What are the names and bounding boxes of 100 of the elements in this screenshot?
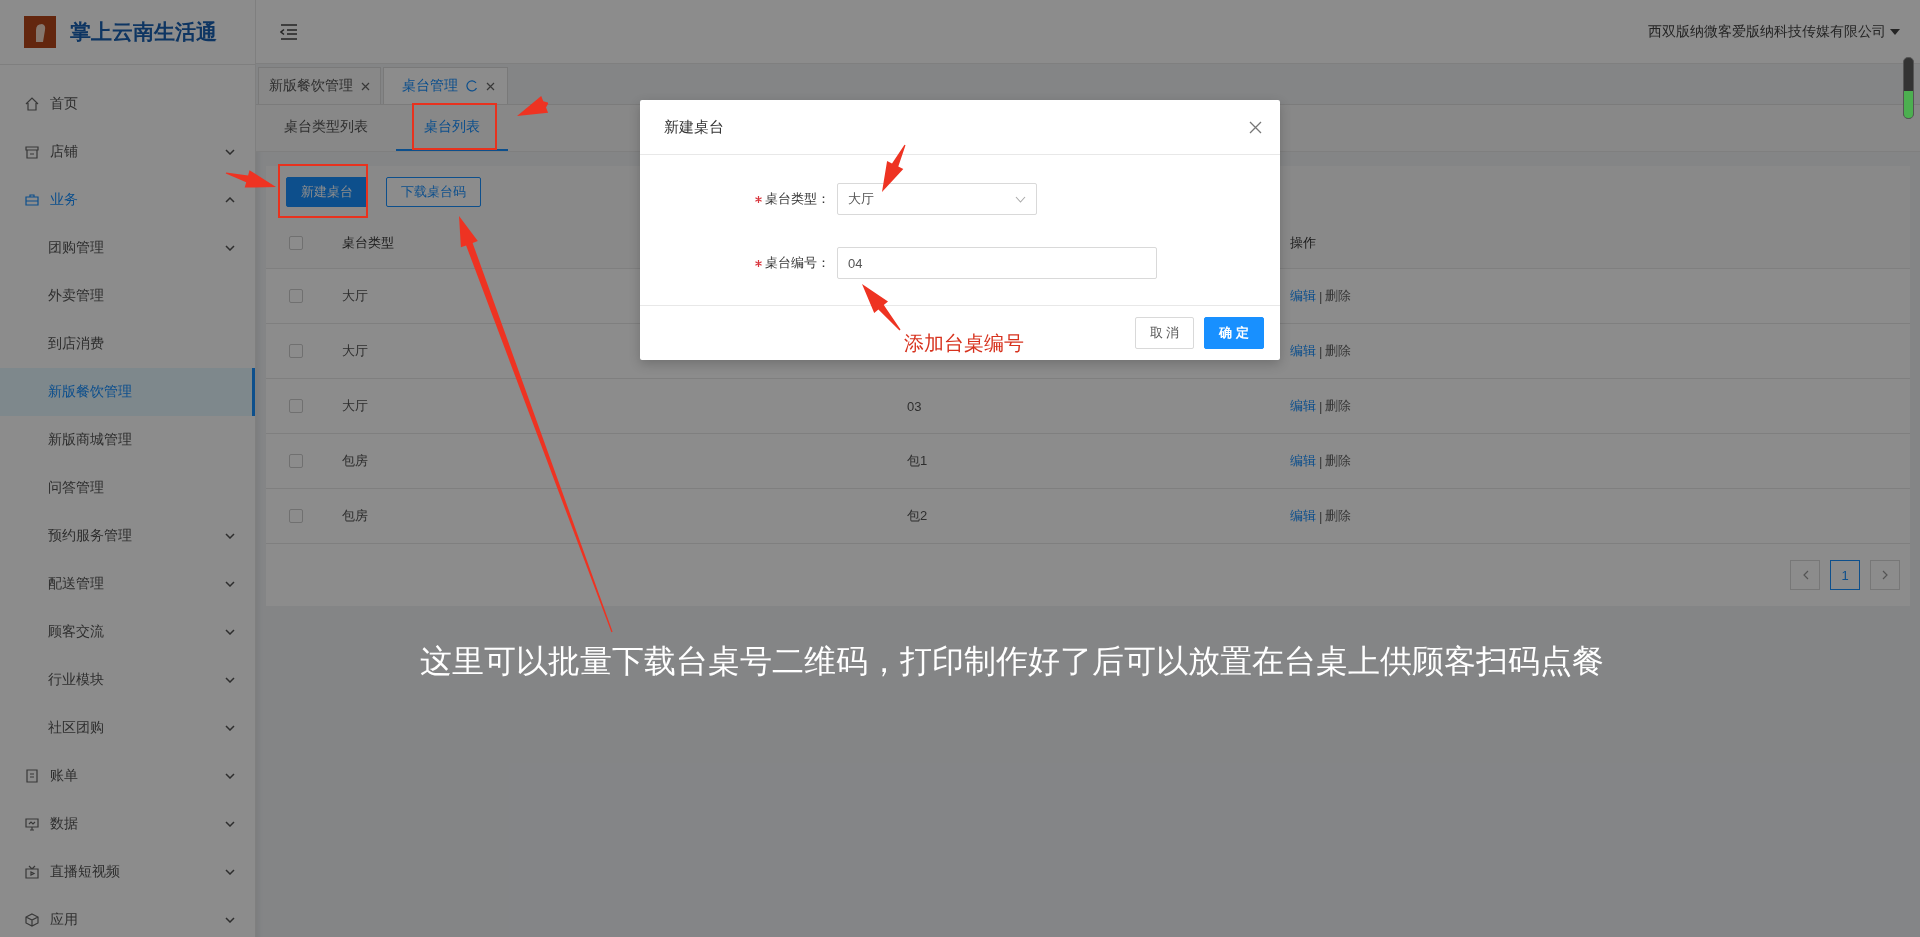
sub-tab[interactable]: 桌台类型列表	[256, 105, 396, 151]
menu-item[interactable]: 社区团购	[0, 704, 255, 752]
close-icon[interactable]	[486, 81, 495, 91]
briefcase-icon	[24, 192, 40, 208]
sub-tab[interactable]: 桌台列表	[396, 105, 508, 151]
field-label: 桌台编号：	[765, 254, 830, 272]
menu-item[interactable]: 到店消费	[0, 320, 255, 368]
chevron-icon	[225, 677, 235, 683]
delete-link[interactable]: 删除	[1325, 287, 1352, 305]
menu-item[interactable]: 直播短视频	[0, 848, 255, 896]
menu-item[interactable]: 配送管理	[0, 560, 255, 608]
page-button[interactable]: 1	[1830, 560, 1860, 590]
download-button[interactable]: 下载桌台码	[386, 177, 481, 207]
table-cell: 包1	[907, 453, 928, 468]
confirm-button[interactable]: 确 定	[1204, 317, 1264, 349]
cube-icon	[24, 912, 40, 928]
delete-link[interactable]: 删除	[1325, 452, 1352, 470]
previous-page-button[interactable]	[1790, 560, 1820, 590]
table-cell-text: 包房	[342, 452, 369, 470]
menu-item[interactable]: 顾客交流	[0, 608, 255, 656]
annotation-text: 添加台桌编号	[904, 331, 1024, 356]
checkbox[interactable]	[289, 509, 303, 523]
edit-link[interactable]: 编辑	[1290, 287, 1316, 305]
close-icon[interactable]	[361, 81, 370, 91]
annotation-text: 这里可以批量下载台桌号二维码，打印制作好了后可以放置在台桌上供顾客扫码点餐	[420, 642, 1604, 681]
chevron-icon	[225, 245, 235, 251]
chevron-icon	[225, 869, 235, 875]
edit-link[interactable]: 编辑	[1290, 397, 1316, 415]
table-cell: 包2	[907, 508, 928, 523]
checkbox[interactable]	[289, 399, 303, 413]
delete-link[interactable]: 删除	[1325, 397, 1352, 415]
shop-icon	[24, 144, 40, 160]
edit-link[interactable]: 编辑	[1290, 342, 1316, 360]
menu-item[interactable]: 新版商城管理	[0, 416, 255, 464]
delete-link[interactable]: 删除	[1325, 507, 1352, 525]
chevron-icon	[225, 197, 235, 203]
separator: |	[1319, 343, 1323, 359]
refresh-icon[interactable]	[466, 80, 478, 92]
edit-link[interactable]: 编辑	[1290, 507, 1316, 525]
next-page-button[interactable]	[1870, 560, 1900, 590]
separator: |	[1319, 508, 1323, 524]
separator: |	[1319, 288, 1323, 304]
app-title: 掌上云南生活通	[70, 19, 217, 45]
table-cell-text: 包房	[342, 507, 369, 525]
delete-link[interactable]: 删除	[1325, 342, 1352, 360]
chevron-icon	[225, 917, 235, 923]
page-tab[interactable]: 桌台管理	[383, 67, 508, 104]
separator: |	[1319, 453, 1323, 469]
annotation-arrow	[517, 96, 549, 116]
column-header: 操作	[1290, 234, 1317, 252]
monitor-icon	[24, 816, 40, 832]
select-field[interactable]: 大厅	[837, 183, 1037, 215]
menu-item[interactable]: 问答管理	[0, 464, 255, 512]
scroll-indicator	[1903, 57, 1914, 119]
checkbox[interactable]	[289, 344, 303, 358]
menu-icon[interactable]	[280, 23, 298, 40]
edit-link[interactable]: 编辑	[1290, 452, 1316, 470]
menu-item[interactable]: 店铺	[0, 128, 255, 176]
chevron-icon	[225, 629, 235, 635]
input-field[interactable]: 04	[837, 247, 1157, 279]
chevron-icon	[225, 581, 235, 587]
chevron-icon	[1015, 195, 1026, 203]
home-icon	[24, 96, 40, 112]
checkbox[interactable]	[289, 236, 303, 250]
field-label: 桌台类型：	[765, 190, 830, 208]
separator: |	[1319, 398, 1323, 414]
table-cell-text: 大厅	[342, 397, 369, 415]
tv-icon	[24, 864, 40, 880]
close-icon[interactable]	[1249, 120, 1262, 134]
document-icon	[24, 768, 40, 784]
table-cell-text: 大厅	[342, 342, 369, 360]
account-name[interactable]: 西双版纳微客爱版纳科技传媒有限公司	[1648, 22, 1886, 41]
table-cell: 03	[907, 398, 922, 414]
menu-item[interactable]: 行业模块	[0, 656, 255, 704]
menu-item[interactable]: 业务	[0, 176, 255, 224]
annotation-arrow	[882, 144, 906, 192]
checkbox[interactable]	[289, 454, 303, 468]
chevron-icon	[225, 821, 235, 827]
menu-item[interactable]: 外卖管理	[0, 272, 255, 320]
menu-item[interactable]: 预约服务管理	[0, 512, 255, 560]
create-button[interactable]: 新建桌台	[286, 177, 368, 207]
column-header: 桌台类型	[342, 234, 395, 252]
chevron-icon	[225, 533, 235, 539]
annotation-arrow	[225, 170, 276, 188]
page-tab[interactable]: 新版餐饮管理	[258, 67, 381, 104]
cancel-button[interactable]: 取 消	[1134, 317, 1195, 349]
menu-item[interactable]: 数据	[0, 800, 255, 848]
table-cell-text: 大厅	[342, 287, 369, 305]
caret-icon[interactable]	[1890, 28, 1900, 35]
chevron-icon	[225, 773, 235, 779]
chevron-left-icon	[1801, 570, 1809, 580]
menu-item[interactable]: 应用	[0, 896, 255, 937]
menu-item[interactable]: 团购管理	[0, 224, 255, 272]
chevron-right-icon	[1881, 570, 1889, 580]
menu-item[interactable]: 首页	[0, 80, 255, 128]
checkbox[interactable]	[289, 289, 303, 303]
menu-item[interactable]: 新版餐饮管理	[0, 368, 255, 416]
menu-item[interactable]: 账单	[0, 752, 255, 800]
dialog-title: 新建桌台	[664, 117, 724, 137]
chevron-icon	[225, 725, 235, 731]
